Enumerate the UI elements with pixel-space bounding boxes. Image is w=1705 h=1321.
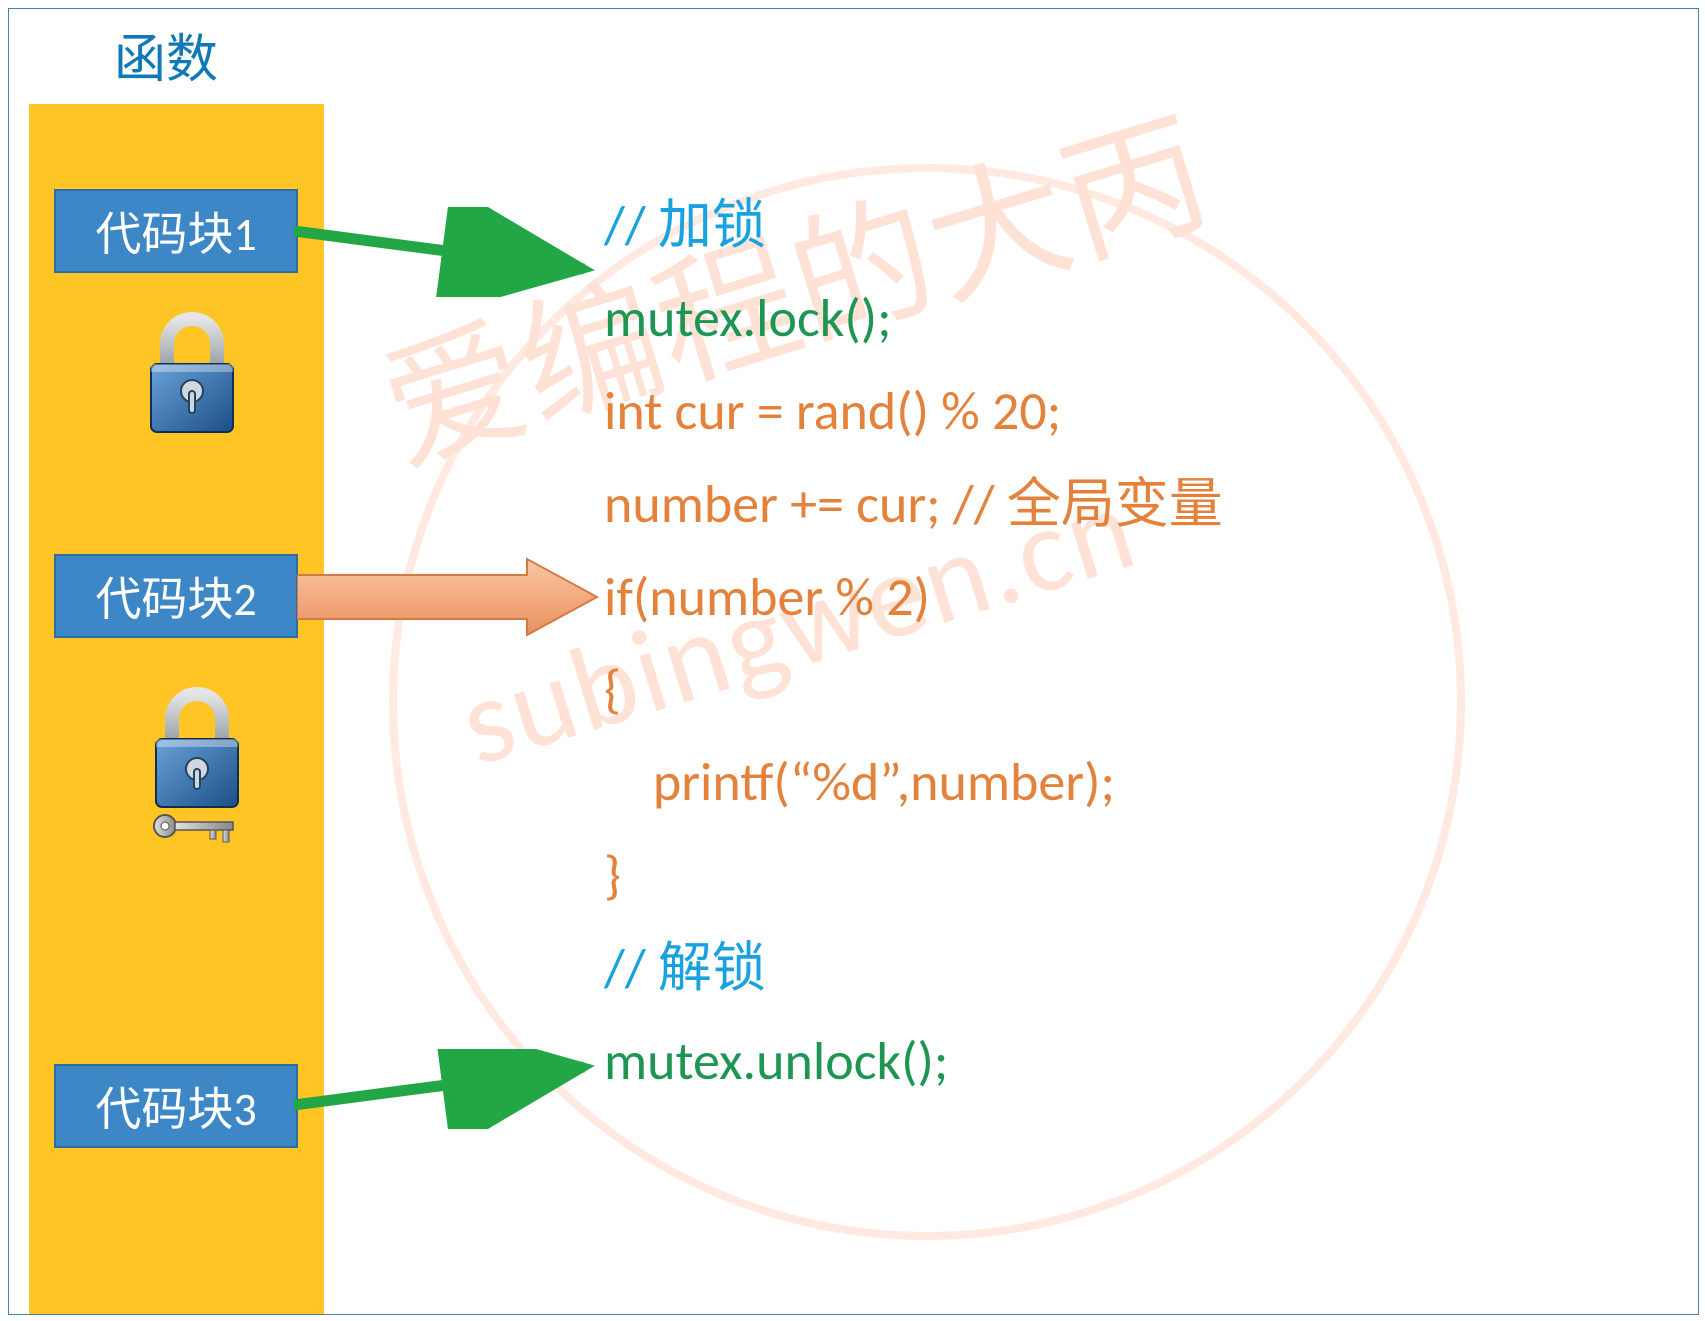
code-line-brace-close: } [604, 842, 621, 908]
column-title: 函数 [114, 17, 218, 92]
lock-with-key-icon [137, 684, 257, 849]
code-line-lock: mutex.lock(); [604, 285, 892, 351]
code-listing: // 加锁 mutex.lock(); int cur = rand() % 2… [604, 179, 1223, 1108]
code-block-3: 代码块3 [54, 1064, 298, 1148]
code-line-printf: printf(“%d”,number); [604, 749, 1115, 815]
diagram-frame: 爱编程的大丙 subingwen.cn 函数 代码块1 代码块2 代码块3 [8, 8, 1699, 1315]
comment-global-var: // 全局变量 [953, 471, 1223, 537]
comment-unlock: // 解锁 [604, 935, 766, 1001]
code-line-brace-open: { [604, 656, 621, 722]
code-block-1: 代码块1 [54, 189, 298, 273]
arrow-block3-to-code [294, 1049, 604, 1129]
comment-lock: // 加锁 [604, 192, 766, 258]
code-line-unlock: mutex.unlock(); [604, 1028, 948, 1094]
lock-closed-icon [137, 309, 247, 439]
code-line-if: if(number % 2) [604, 564, 930, 630]
arrow-block2-to-code [297, 557, 607, 639]
arrow-block1-to-code [294, 207, 604, 297]
code-line-number-assign: number += cur; [604, 471, 953, 537]
code-block-2: 代码块2 [54, 554, 298, 638]
code-line-rand: int cur = rand() % 20; [604, 378, 1061, 444]
